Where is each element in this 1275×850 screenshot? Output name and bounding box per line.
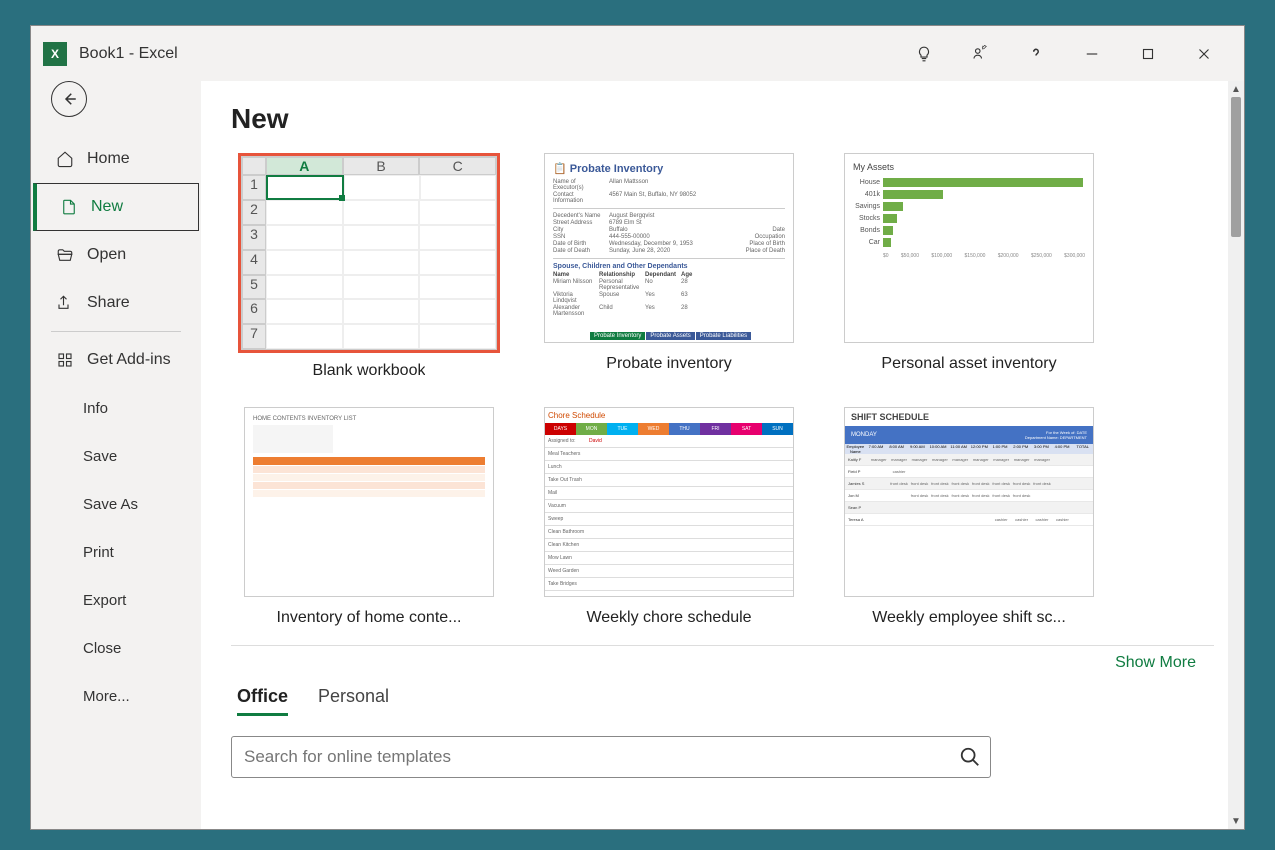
sidebar-item-addins[interactable]: Get Add-ins: [31, 336, 201, 384]
home-icon: [55, 150, 75, 168]
body: Home New Open Share Get Add-ins: [31, 81, 1244, 829]
template-thumbnail: My Assets House 401k Savings Stocks Bond…: [844, 153, 1094, 343]
template-label: Weekly employee shift sc...: [872, 609, 1066, 627]
content-area: New ABC 1 2 3 4 5 6 7: [201, 81, 1244, 829]
scroll-up-icon[interactable]: ▲: [1228, 81, 1244, 97]
addins-icon: [55, 351, 75, 369]
sidebar-sub-close[interactable]: Close: [31, 624, 201, 672]
sidebar: Home New Open Share Get Add-ins: [31, 81, 201, 829]
template-tabs: Office Personal: [201, 672, 1244, 736]
template-probate-inventory[interactable]: Probate Inventory Name of Executor(s)All…: [531, 153, 807, 383]
sidebar-sub-print[interactable]: Print: [31, 528, 201, 576]
page-title: New: [201, 103, 1244, 135]
window-title: Book1 - Excel: [79, 45, 178, 63]
scrollbar-thumb[interactable]: [1231, 97, 1241, 237]
minimize-button[interactable]: [1064, 31, 1120, 77]
sidebar-item-label: Get Add-ins: [87, 351, 171, 369]
sidebar-sub-info[interactable]: Info: [31, 384, 201, 432]
search-input[interactable]: [231, 736, 991, 778]
sidebar-item-home[interactable]: Home: [31, 135, 201, 183]
sidebar-item-label: New: [91, 198, 123, 216]
template-label: Personal asset inventory: [881, 355, 1056, 373]
feedback-icon[interactable]: [952, 31, 1008, 77]
template-weekly-employee-shift[interactable]: SHIFT SCHEDULE MONDAYFor the Week of: DA…: [831, 407, 1107, 627]
template-thumbnail: HOME CONTENTS INVENTORY LIST: [244, 407, 494, 597]
template-gallery: ABC 1 2 3 4 5 6 7 Blank workbook: [201, 153, 1244, 627]
template-label: Weekly chore schedule: [586, 609, 751, 627]
search-container: [231, 736, 1214, 778]
template-weekly-chore-schedule[interactable]: Chore Schedule DAYSMONTUEWEDTHUFRISATSUN…: [531, 407, 807, 627]
share-icon: [55, 294, 75, 312]
sidebar-sub-more[interactable]: More...: [31, 672, 201, 720]
template-personal-asset-inventory[interactable]: My Assets House 401k Savings Stocks Bond…: [831, 153, 1107, 383]
search-icon[interactable]: [959, 746, 981, 768]
sidebar-item-open[interactable]: Open: [31, 231, 201, 279]
template-thumbnail: ABC 1 2 3 4 5 6 7: [241, 156, 497, 350]
tab-office[interactable]: Office: [237, 686, 288, 716]
new-file-icon: [59, 198, 79, 216]
template-label: Inventory of home conte...: [277, 609, 462, 627]
titlebar: X Book1 - Excel: [31, 26, 1244, 81]
template-label: Blank workbook: [313, 362, 426, 380]
show-more-link[interactable]: Show More: [201, 646, 1244, 672]
open-folder-icon: [55, 246, 75, 264]
app-window: X Book1 - Excel: [30, 25, 1245, 830]
template-inventory-home-contents[interactable]: HOME CONTENTS INVENTORY LIST Inventory o…: [231, 407, 507, 627]
template-blank-workbook[interactable]: ABC 1 2 3 4 5 6 7 Blank workbook: [231, 153, 507, 383]
sidebar-sub-export[interactable]: Export: [31, 576, 201, 624]
help-icon[interactable]: [1008, 31, 1064, 77]
back-button[interactable]: [51, 81, 87, 117]
template-thumbnail: SHIFT SCHEDULE MONDAYFor the Week of: DA…: [844, 407, 1094, 597]
lightbulb-icon[interactable]: [896, 31, 952, 77]
scroll-down-icon[interactable]: ▼: [1228, 813, 1244, 829]
sidebar-item-new[interactable]: New: [33, 183, 199, 231]
close-button[interactable]: [1176, 31, 1232, 77]
template-thumbnail: Chore Schedule DAYSMONTUEWEDTHUFRISATSUN…: [544, 407, 794, 597]
vertical-scrollbar[interactable]: ▲ ▼: [1228, 81, 1244, 829]
template-label: Probate inventory: [606, 355, 731, 373]
sidebar-sub-saveas[interactable]: Save As: [31, 480, 201, 528]
template-thumbnail: Probate Inventory Name of Executor(s)All…: [544, 153, 794, 343]
maximize-button[interactable]: [1120, 31, 1176, 77]
sidebar-item-share[interactable]: Share: [31, 279, 201, 327]
sidebar-item-label: Home: [87, 150, 130, 168]
tab-personal[interactable]: Personal: [318, 686, 389, 716]
sidebar-sub-save[interactable]: Save: [31, 432, 201, 480]
sidebar-item-label: Share: [87, 294, 130, 312]
scrollbar-track[interactable]: [1228, 97, 1244, 813]
sidebar-item-label: Open: [87, 246, 126, 264]
excel-app-icon: X: [43, 42, 67, 66]
sidebar-separator: [51, 331, 181, 332]
